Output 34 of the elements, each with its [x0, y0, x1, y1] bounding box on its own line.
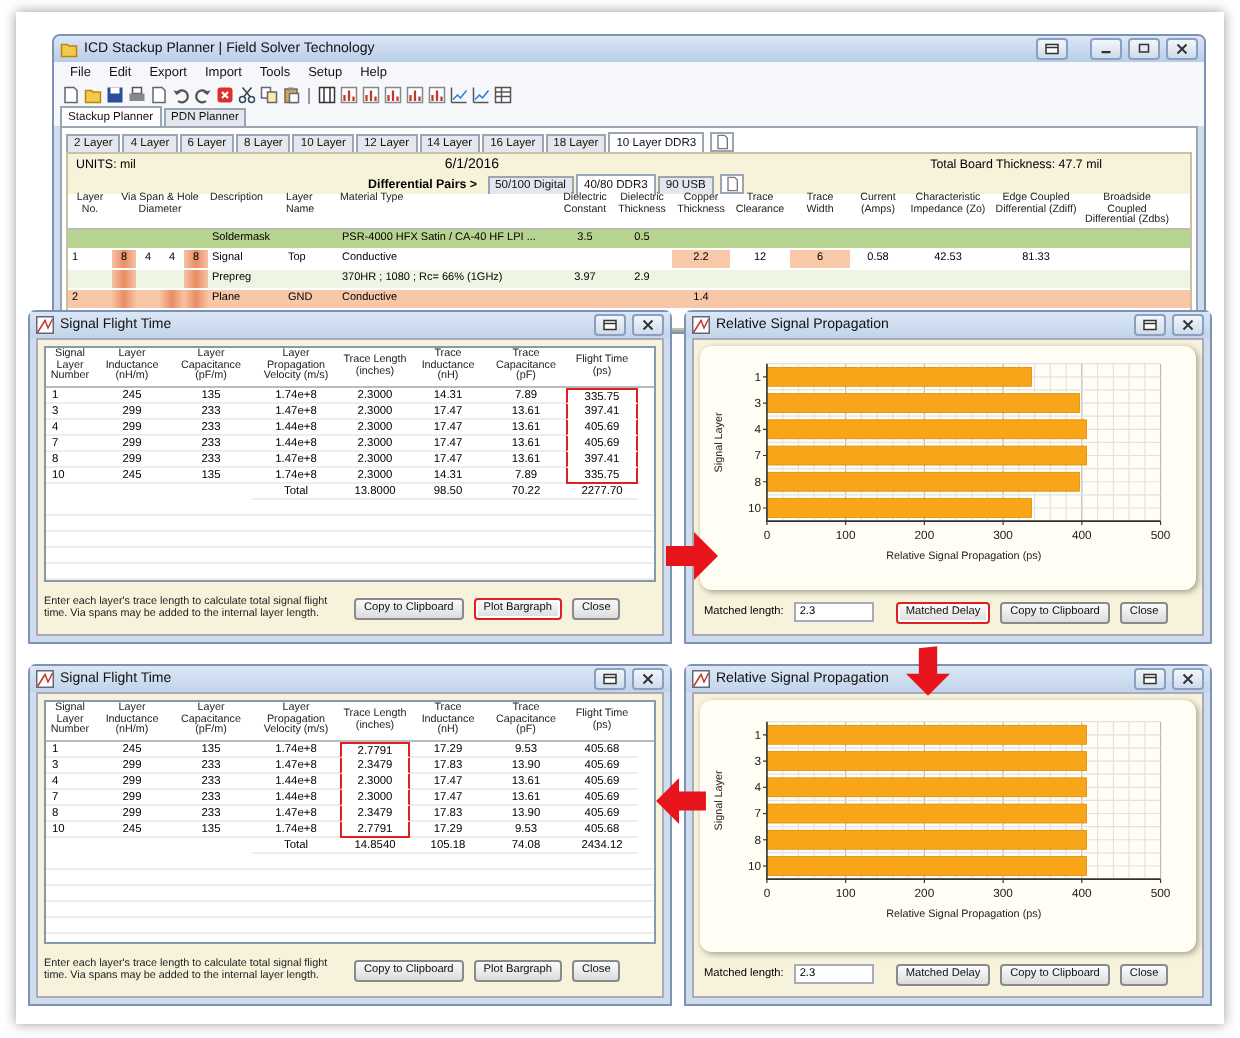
minimize-icon[interactable] — [1090, 38, 1122, 60]
columns-icon[interactable] — [318, 86, 336, 104]
folder-icon — [60, 40, 78, 58]
paste-icon[interactable] — [282, 86, 300, 104]
chart-icon — [692, 670, 710, 688]
window-icon[interactable] — [594, 668, 626, 690]
close-icon[interactable] — [1172, 668, 1204, 690]
close-icon[interactable] — [632, 314, 664, 336]
window-icon[interactable] — [1134, 668, 1166, 690]
bar-chart-icon[interactable] — [384, 86, 402, 104]
bar-chart-icon[interactable] — [428, 86, 446, 104]
maximize-icon[interactable] — [1128, 38, 1160, 60]
table-icon[interactable] — [494, 86, 512, 104]
bar-chart-icon[interactable] — [340, 86, 358, 104]
chart-icon — [692, 316, 710, 334]
chart-icon — [36, 670, 54, 688]
close-icon[interactable] — [1172, 314, 1204, 336]
redo-icon[interactable] — [194, 86, 212, 104]
bar-chart-icon[interactable] — [406, 86, 424, 104]
save-icon[interactable] — [106, 86, 124, 104]
printer-icon[interactable] — [128, 86, 146, 104]
new-tab-icon[interactable] — [719, 174, 744, 194]
delete-icon[interactable] — [216, 86, 234, 104]
new-tab-icon[interactable] — [710, 132, 735, 152]
window-icon[interactable] — [1036, 38, 1068, 60]
close-icon[interactable] — [1166, 38, 1198, 60]
close-icon[interactable] — [632, 668, 664, 690]
window-icon[interactable] — [594, 314, 626, 336]
copy-icon[interactable] — [260, 86, 278, 104]
bar-chart-icon[interactable] — [362, 86, 380, 104]
window-icon[interactable] — [1134, 314, 1166, 336]
undo-icon[interactable] — [172, 86, 190, 104]
scissors-icon[interactable] — [238, 86, 256, 104]
chart-icon — [36, 316, 54, 334]
